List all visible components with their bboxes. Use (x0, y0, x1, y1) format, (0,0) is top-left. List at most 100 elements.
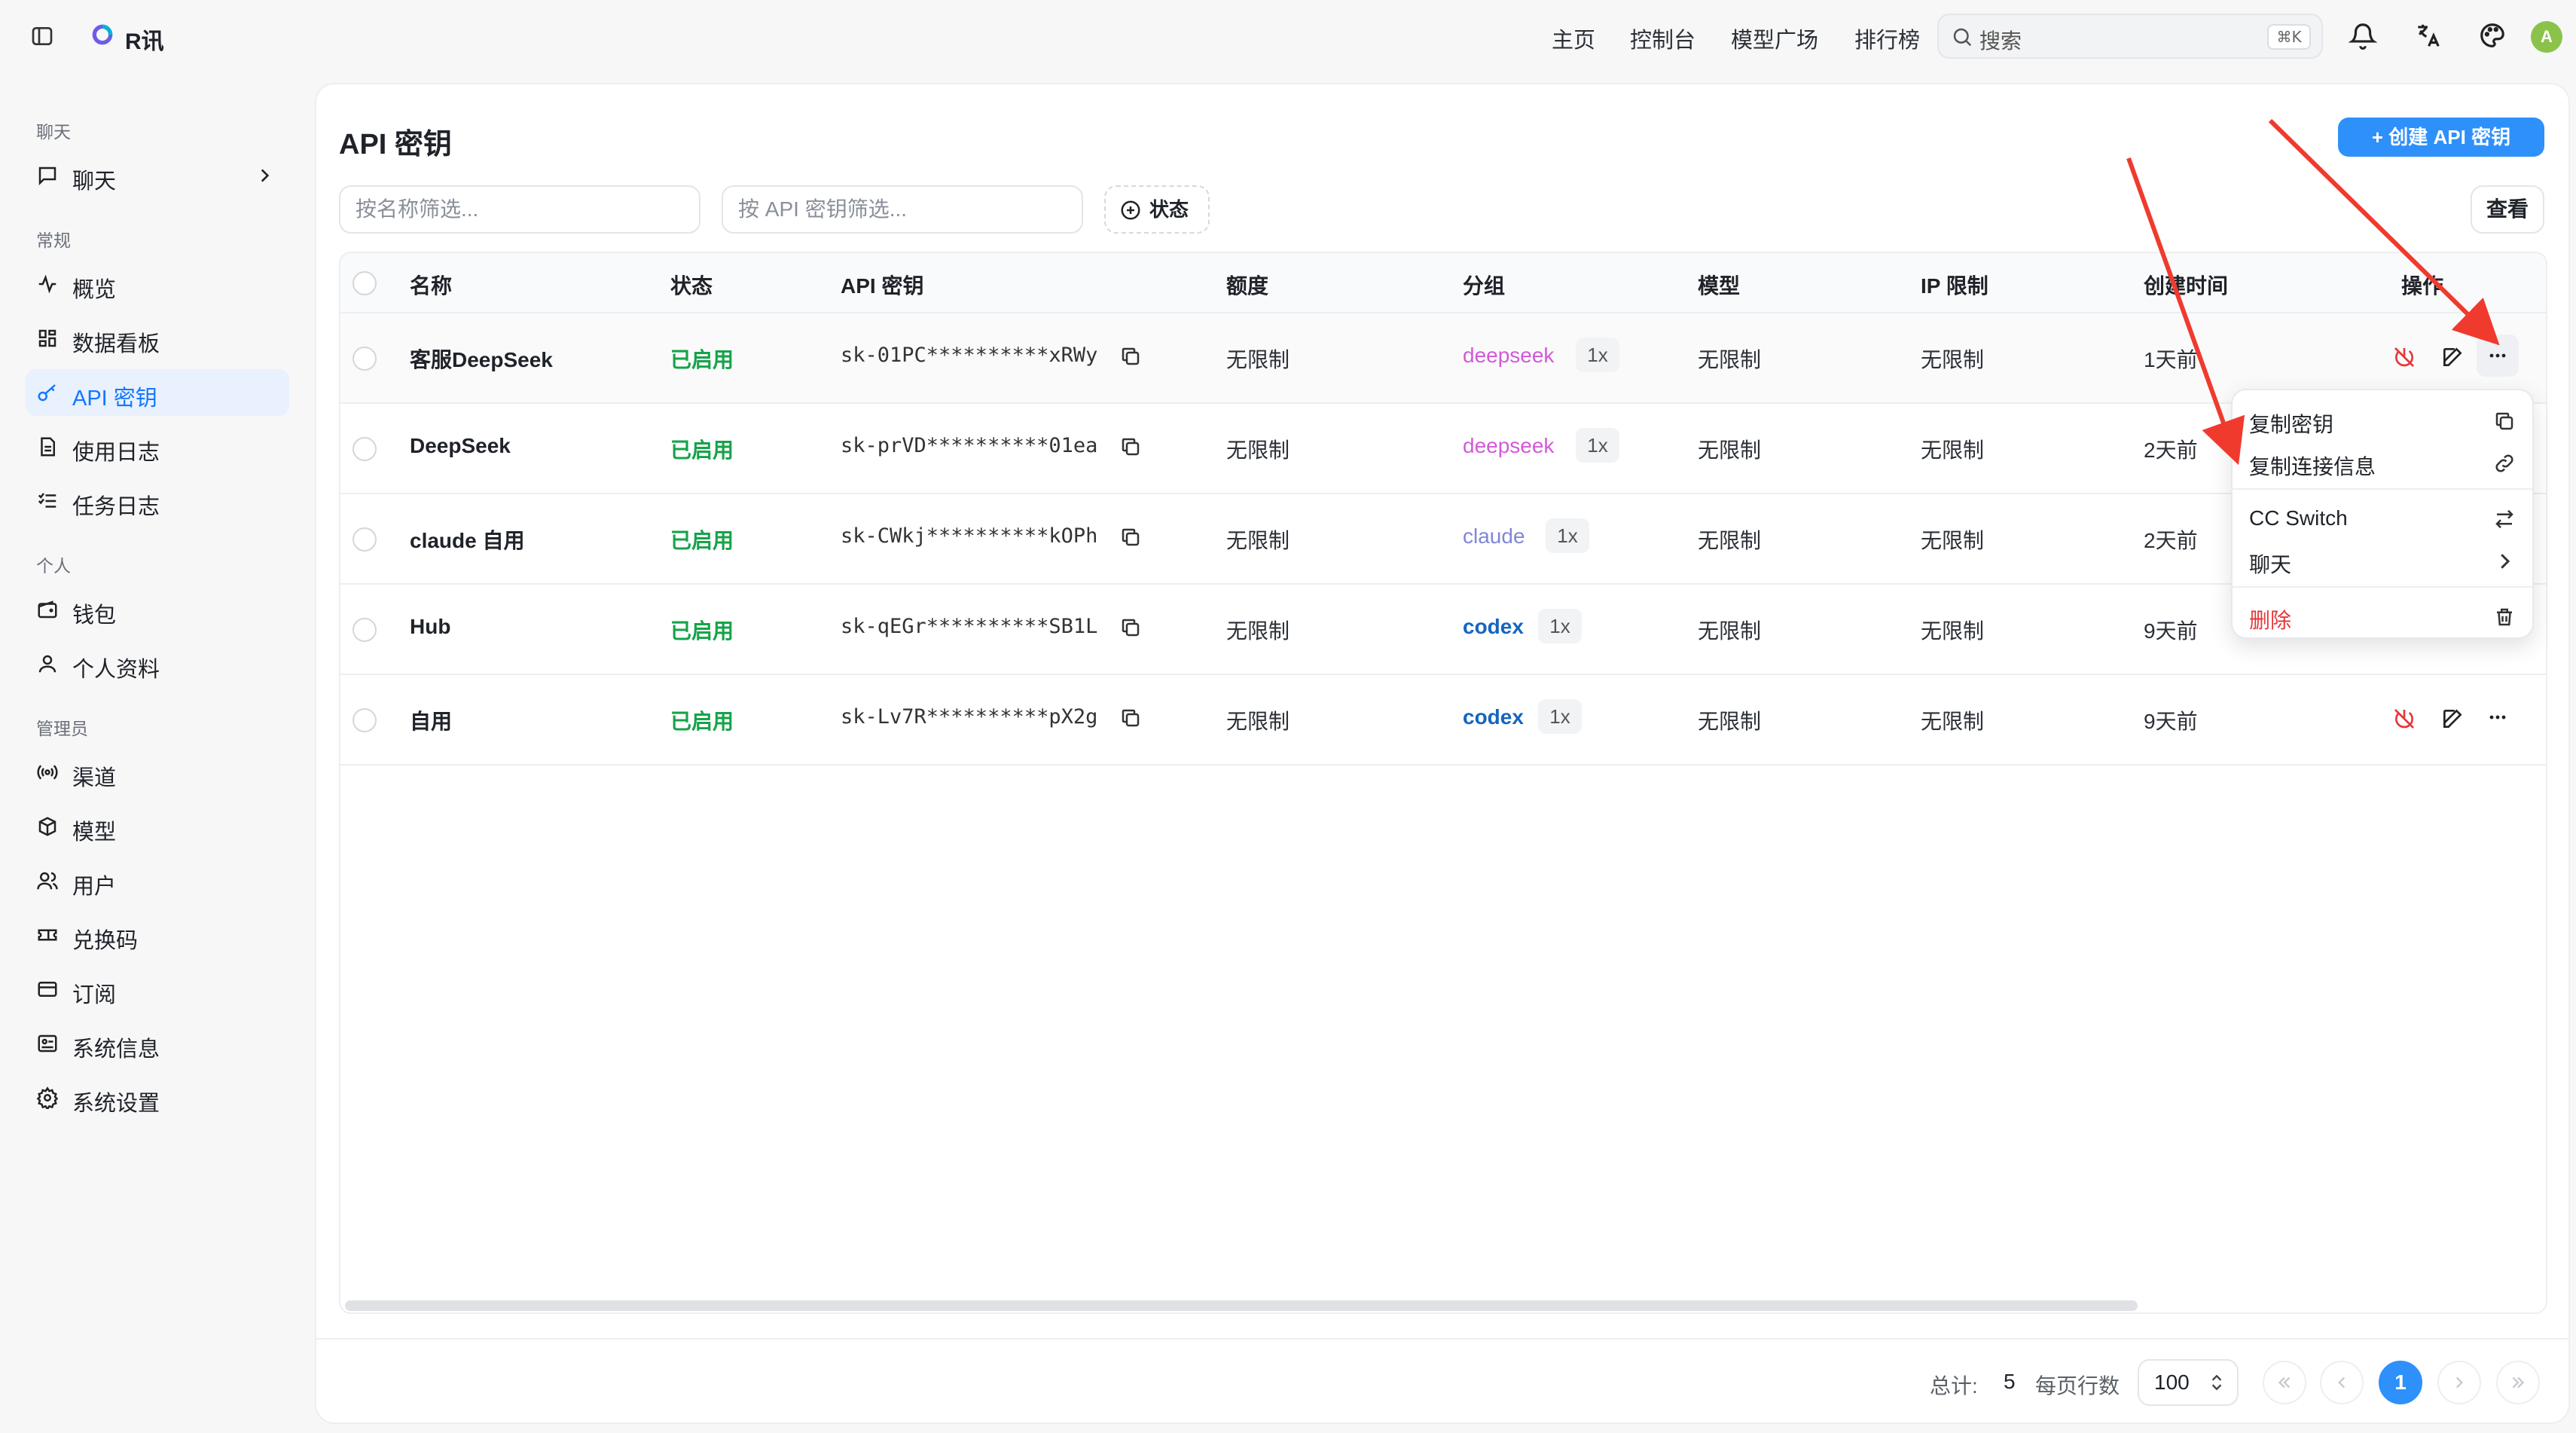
api-key-value: sk-Lv7R**********pX2g (841, 705, 1098, 729)
status-badge: 已启用 (670, 529, 734, 552)
sidebar-item-label: 使用日志 (72, 441, 160, 465)
rows-per-page-select[interactable]: 100 (2138, 1359, 2239, 1406)
copy-icon[interactable] (1119, 435, 1145, 461)
first-page-button[interactable] (2263, 1361, 2306, 1404)
menu-item-copy-connection[interactable]: 复制连接信息 (2233, 442, 2532, 484)
key-name: DeepSeek (410, 434, 511, 457)
menu-item-label: 复制密钥 (2249, 413, 2334, 436)
col-created: 创建时间 (2144, 274, 2229, 298)
row-checkbox[interactable] (353, 527, 377, 552)
horizontal-scrollbar[interactable] (345, 1300, 2138, 1311)
ratio-badge: 1x (1538, 699, 1582, 734)
sidebar-item-usage-logs[interactable]: 使用日志 (26, 423, 289, 470)
filter-name-input[interactable]: 按名称筛选... (339, 185, 700, 234)
search-input[interactable]: 搜索 ⌘K (1937, 14, 2323, 59)
ratio-badge: 1x (1576, 428, 1619, 463)
sidebar-item-subscriptions[interactable]: 订阅 (26, 966, 289, 1013)
nav-console[interactable]: 控制台 (1630, 23, 1695, 54)
nav-home[interactable]: 主页 (1552, 23, 1595, 54)
sidebar-item-task-logs[interactable]: 任务日志 (26, 478, 289, 524)
sidebar-item-profile[interactable]: 个人资料 (26, 640, 289, 687)
edit-icon[interactable] (2440, 707, 2466, 732)
more-actions-button[interactable] (2477, 335, 2519, 377)
edit-icon[interactable] (2440, 345, 2466, 371)
sidebar-item-api-keys[interactable]: API 密钥 (26, 369, 289, 416)
menu-divider (2233, 586, 2532, 588)
sidebar-toggle-icon[interactable] (30, 24, 54, 48)
menu-item-cc-switch[interactable]: CC Switch (2233, 497, 2532, 539)
disable-icon[interactable] (2392, 345, 2418, 371)
last-page-button[interactable] (2496, 1361, 2540, 1404)
sidebar-item-models[interactable]: 模型 (26, 803, 289, 850)
chevrons-right-icon (2508, 1373, 2528, 1392)
menu-item-label: 复制连接信息 (2249, 455, 2376, 478)
settings-icon (36, 1086, 59, 1109)
menu-item-chat[interactable]: 聊天 (2233, 539, 2532, 582)
row-checkbox[interactable] (353, 618, 377, 642)
col-actions: 操作 (2401, 274, 2444, 298)
copy-icon[interactable] (1119, 707, 1145, 732)
nav-leaderboard[interactable]: 排行榜 (1854, 23, 1920, 54)
status-filter-button[interactable]: 状态 (1104, 185, 1210, 234)
bell-icon[interactable] (2349, 21, 2377, 50)
prev-page-button[interactable] (2320, 1361, 2364, 1404)
create-api-key-button[interactable]: + 创建 API 密钥 (2338, 118, 2544, 157)
sidebar-item-label: 模型 (72, 820, 117, 845)
app-name[interactable]: R讯 (125, 23, 164, 56)
api-key-value: sk-CWkj**********kOPh (841, 524, 1098, 548)
sidebar-item-redeem-codes[interactable]: 兑换码 (26, 912, 289, 958)
sidebar-item-overview[interactable]: 概览 (26, 261, 289, 307)
ip-limit-value: 无限制 (1921, 710, 1985, 733)
more-horizontal-icon (2486, 344, 2510, 368)
quota-value: 无限制 (1226, 710, 1290, 733)
sidebar-item-chat[interactable]: 聊天 (26, 152, 289, 199)
sidebar-item-wallet[interactable]: 钱包 (26, 586, 289, 633)
page-1-button[interactable]: 1 (2379, 1361, 2422, 1404)
avatar[interactable]: A (2531, 21, 2562, 53)
api-key-value: sk-01PC**********xRWy (841, 344, 1098, 367)
row-checkbox[interactable] (353, 437, 377, 461)
row-checkbox[interactable] (353, 708, 377, 732)
more-actions-button[interactable] (2477, 696, 2519, 738)
table-row[interactable]: DeepSeek 已启用 sk-prVD**********01ea 无限制 d… (340, 404, 2546, 494)
models-value: 无限制 (1698, 348, 1762, 371)
sidebar-item-system-settings[interactable]: 系统设置 (26, 1074, 289, 1121)
more-horizontal-icon (2486, 705, 2510, 729)
sidebar-item-dashboard[interactable]: 数据看板 (26, 315, 289, 362)
models-value: 无限制 (1698, 619, 1762, 643)
table-row[interactable]: claude 自用 已启用 sk-CWkj**********kOPh 无限制 … (340, 494, 2546, 585)
view-button[interactable]: 查看 (2471, 185, 2544, 234)
menu-item-copy-key[interactable]: 复制密钥 (2233, 399, 2532, 442)
table-row[interactable]: 自用 已启用 sk-Lv7R**********pX2g 无限制 codex 1… (340, 675, 2546, 765)
copy-icon (2493, 410, 2516, 432)
sidebar-item-channels[interactable]: 渠道 (26, 749, 289, 796)
sidebar-item-system-info[interactable]: 系统信息 (26, 1020, 289, 1067)
table-row[interactable]: Hub 已启用 sk-qEGr**********SB1L 无限制 codex … (340, 585, 2546, 675)
key-icon (36, 381, 59, 404)
grid-icon (36, 327, 59, 350)
sidebar-item-users[interactable]: 用户 (26, 857, 289, 904)
row-checkbox[interactable] (353, 347, 377, 371)
api-key-value: sk-qEGr**********SB1L (841, 615, 1098, 638)
ratio-badge: 1x (1538, 609, 1582, 643)
key-name: 客服DeepSeek (410, 348, 553, 371)
copy-icon[interactable] (1119, 345, 1145, 371)
col-api-key: API 密钥 (841, 274, 924, 298)
api-key-value: sk-prVD**********01ea (841, 434, 1098, 457)
menu-item-label: 删除 (2249, 609, 2292, 632)
col-quota: 额度 (1226, 274, 1269, 298)
sidebar-item-label: 系统信息 (72, 1037, 160, 1062)
next-page-button[interactable] (2437, 1361, 2481, 1404)
translate-icon[interactable] (2413, 21, 2442, 50)
filter-key-input[interactable]: 按 API 密钥筛选... (722, 185, 1083, 234)
copy-icon[interactable] (1119, 526, 1145, 552)
table-row[interactable]: 客服DeepSeek 已启用 sk-01PC**********xRWy 无限制… (340, 313, 2546, 404)
menu-item-delete[interactable]: 删除 (2233, 595, 2532, 637)
status-badge: 已启用 (670, 348, 734, 371)
select-all-checkbox[interactable] (353, 271, 377, 295)
nav-model-square[interactable]: 模型广场 (1731, 23, 1818, 54)
palette-icon[interactable] (2478, 21, 2507, 50)
copy-icon[interactable] (1119, 616, 1145, 642)
disable-icon[interactable] (2392, 707, 2418, 732)
logo-icon (90, 23, 114, 47)
